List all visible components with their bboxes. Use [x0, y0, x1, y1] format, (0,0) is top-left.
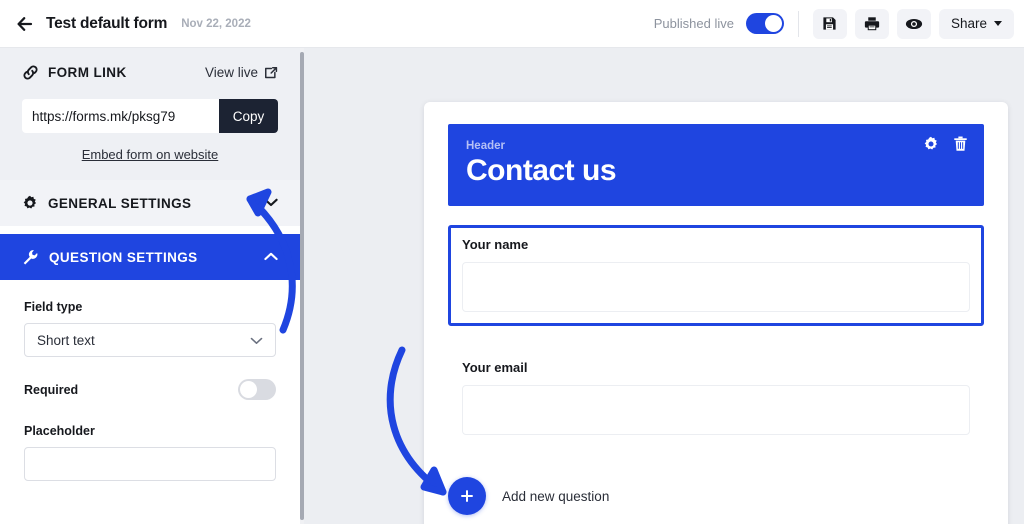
- print-button[interactable]: [854, 8, 889, 39]
- arrow-left-icon[interactable]: [16, 14, 36, 34]
- view-live-link[interactable]: View live: [205, 65, 278, 80]
- placeholder-label: Placeholder: [24, 424, 95, 438]
- chevron-down-icon: [994, 21, 1002, 26]
- trash-icon: [954, 136, 967, 151]
- toggle-knob: [764, 15, 782, 32]
- sidebar-item-general-settings[interactable]: GENERAL SETTINGS: [0, 180, 300, 226]
- copy-link-button[interactable]: Copy: [219, 99, 278, 133]
- publish-toggle[interactable]: [745, 13, 784, 34]
- toolbar-divider: [797, 10, 799, 37]
- question-settings-panel: Field type Short text Required Placehold…: [0, 280, 300, 481]
- required-row: Required: [24, 379, 276, 400]
- plus-icon: [461, 490, 473, 502]
- form-url-input[interactable]: [22, 99, 219, 133]
- save-button[interactable]: [812, 8, 847, 39]
- app-root: Test default form Nov 22, 2022 Published…: [0, 0, 1024, 524]
- eye-icon: [905, 18, 923, 29]
- external-link-icon: [265, 66, 278, 78]
- document-date: Nov 22, 2022: [181, 17, 251, 30]
- add-question-row: Add new question: [448, 477, 984, 515]
- sidebar-item-question-settings-label: QUESTION SETTINGS: [49, 249, 198, 265]
- form-header-sublabel: Header: [466, 140, 505, 152]
- page-title: Test default form: [46, 14, 168, 32]
- publish-status-label: Published live: [653, 16, 734, 31]
- preview-button[interactable]: [896, 8, 931, 39]
- gear-icon: [924, 136, 938, 150]
- placeholder-row: Placeholder: [24, 424, 276, 481]
- chevron-down-icon: [250, 333, 263, 348]
- form-link-title: FORM LINK: [48, 65, 127, 80]
- add-question-button[interactable]: [448, 477, 486, 515]
- question-input[interactable]: [462, 262, 970, 312]
- save-icon: [823, 17, 837, 30]
- form-header-block[interactable]: Header Contact us: [448, 124, 984, 206]
- question-label: Your email: [462, 360, 528, 375]
- placeholder-input[interactable]: [24, 447, 276, 481]
- settings-sidebar: FORM LINK View live Copy Embed form on w…: [0, 48, 300, 524]
- form-preview-card: Header Contact us Your name Your email A…: [424, 102, 1008, 524]
- question-block-your-email[interactable]: Your email: [448, 348, 984, 449]
- field-type-label: Field type: [24, 300, 83, 314]
- share-button[interactable]: Share: [938, 8, 1014, 39]
- sidebar-item-question-settings[interactable]: QUESTION SETTINGS: [0, 234, 300, 280]
- header-settings-button[interactable]: [923, 136, 939, 152]
- question-label: Your name: [462, 237, 529, 252]
- toolbar-actions: Published live Share: [653, 8, 1014, 39]
- gear-icon: [23, 195, 37, 209]
- add-question-label: Add new question: [502, 488, 610, 504]
- share-button-label: Share: [950, 16, 987, 31]
- sidebar-item-general-settings-label: GENERAL SETTINGS: [48, 195, 192, 211]
- form-link-header: FORM LINK View live: [22, 64, 278, 81]
- view-live-label: View live: [204, 65, 258, 80]
- chevron-up-icon: [264, 248, 278, 266]
- field-type-value: Short text: [37, 332, 95, 348]
- link-icon: [23, 65, 38, 80]
- question-input[interactable]: [462, 385, 970, 435]
- chevron-down-icon: [264, 194, 278, 212]
- form-link-panel: FORM LINK View live Copy Embed form on w…: [0, 48, 300, 180]
- wrench-icon: [23, 249, 38, 264]
- form-canvas: Header Contact us Your name Your email A…: [304, 48, 1024, 524]
- top-toolbar: Test default form Nov 22, 2022 Published…: [0, 0, 1024, 48]
- print-icon: [864, 17, 880, 31]
- required-toggle[interactable]: [238, 379, 276, 400]
- header-delete-button[interactable]: [953, 136, 968, 152]
- required-label: Required: [24, 382, 79, 397]
- toggle-knob: [240, 381, 257, 398]
- question-block-your-name[interactable]: Your name: [448, 225, 984, 326]
- form-header-actions: [923, 136, 968, 152]
- field-type-select[interactable]: Short text: [24, 323, 276, 357]
- form-header-title: Contact us: [466, 154, 617, 187]
- form-url-row: Copy: [22, 99, 278, 133]
- embed-form-link[interactable]: Embed form on website: [22, 147, 278, 162]
